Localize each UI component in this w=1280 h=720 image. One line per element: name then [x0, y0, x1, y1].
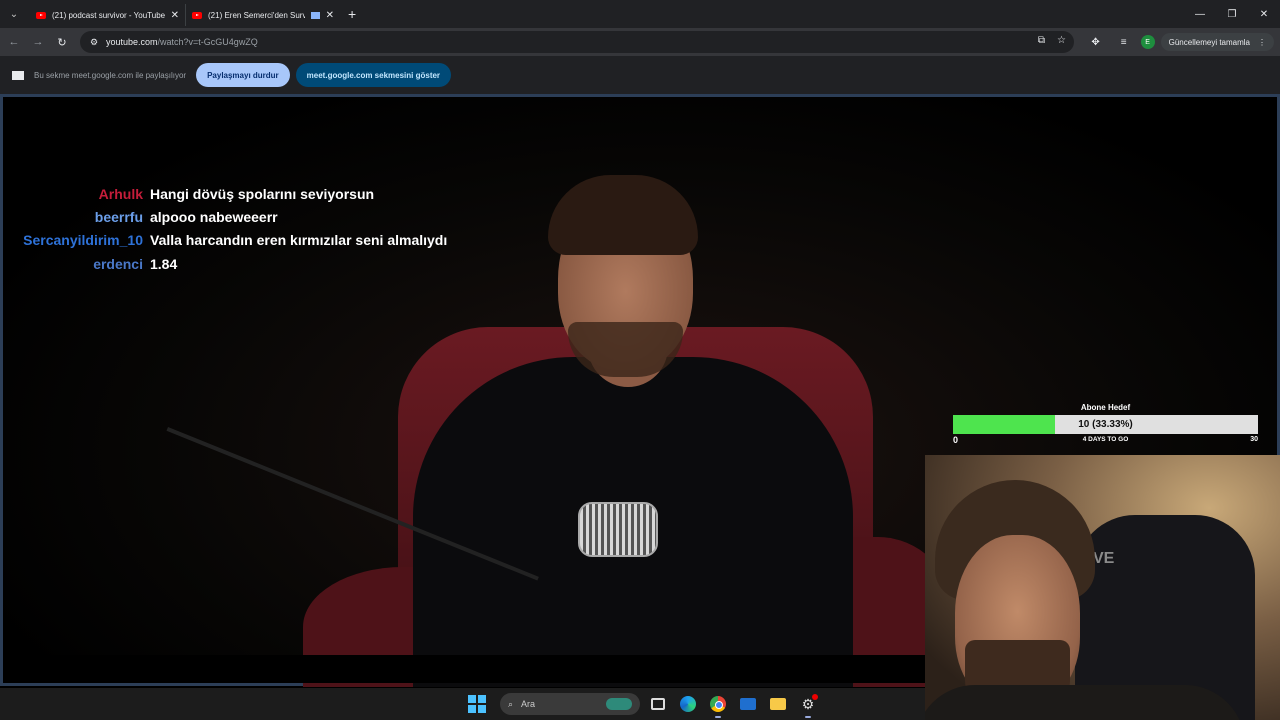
task-view-icon[interactable] [646, 692, 670, 716]
window-controls: — ❐ ✕ [1184, 0, 1280, 28]
streamer-body [925, 685, 1245, 720]
maximize-button[interactable]: ❐ [1216, 0, 1248, 28]
sharing-status-text: Bu sekme meet.google.com ile paylaşılıyo… [34, 70, 187, 80]
tab-sharing-infobar: Bu sekme meet.google.com ile paylaşılıyo… [0, 56, 1280, 94]
more-menu-icon: ⋮ [1258, 37, 1266, 47]
close-icon[interactable]: ✕ [171, 10, 179, 21]
goal-progress-bar: 10 (33.33%) [953, 415, 1258, 434]
chat-overlay: Arhulk Hangi dövüş spolarını seviyorsun … [13, 182, 447, 275]
windows-start-icon[interactable] [468, 695, 486, 713]
show-meet-tab-button[interactable]: meet.google.com sekmesini göster [295, 63, 452, 87]
chat-text: Hangi dövüş spolarını seviyorsun [150, 185, 375, 202]
bookmark-star-icon[interactable]: ☆ [1057, 35, 1066, 46]
subscriber-goal-widget: Abone Hedef 10 (33.33%) 0 4 DAYS TO GO 3… [953, 403, 1258, 446]
chat-message: Arhulk Hangi dövüş spolarını seviyorsun [13, 182, 447, 205]
settings-icon[interactable]: ⚙ [796, 692, 820, 718]
chat-text: alpooo nabeweeerr [150, 208, 278, 225]
reload-button[interactable]: ↻ [50, 30, 74, 54]
microphone [578, 502, 658, 557]
youtube-icon [36, 11, 46, 19]
update-button[interactable]: Güncellemeyi tamamla ⋮ [1160, 33, 1274, 51]
search-icon: ⌕ [508, 698, 514, 709]
media-controls-icon[interactable]: ≡ [1113, 31, 1135, 53]
browser-toolbar: ← → ↻ ⚙ youtube.com/watch?v=t-GcGU4gwZQ … [0, 28, 1280, 56]
tab-title: (21) podcast survivor - YouTube [52, 10, 165, 20]
goal-days-left: 4 DAYS TO GO [1082, 436, 1129, 443]
chat-username: beerrfu [94, 208, 143, 225]
chat-text: 1.84 [150, 255, 178, 272]
goal-max: 30 [1250, 436, 1258, 443]
tab-search-chevron-icon[interactable]: ⌄ [0, 0, 28, 28]
new-tab-button[interactable]: + [348, 6, 356, 22]
notification-dot [812, 694, 818, 700]
chat-text: Valla harcandın eren kırmızılar seni alm… [150, 232, 448, 249]
stop-sharing-button[interactable]: Paylaşmayı durdur [196, 63, 290, 87]
minimize-button[interactable]: — [1184, 0, 1216, 28]
back-button[interactable]: ← [2, 30, 26, 54]
close-window-button[interactable]: ✕ [1248, 0, 1280, 28]
goal-value: 10 (33.33%) [1078, 419, 1133, 430]
guest-hair [548, 175, 698, 255]
close-icon[interactable]: ✕ [326, 10, 334, 21]
chat-username: Sercanyildirim_10 [23, 232, 143, 249]
cast-icon[interactable]: ⧉ [1038, 35, 1045, 46]
youtube-icon [192, 11, 202, 19]
chair-logo: VE [1093, 550, 1115, 567]
chat-message: Sercanyildirim_10 Valla harcandın eren k… [13, 229, 447, 252]
mail-icon[interactable] [736, 692, 760, 716]
screen-share-icon [12, 70, 24, 80]
site-info-icon[interactable]: ⚙ [88, 36, 100, 48]
file-explorer-icon[interactable] [766, 692, 790, 716]
chat-username: Arhulk [98, 185, 143, 202]
tab-podcast-survivor[interactable]: (21) podcast survivor - YouTube ✕ [30, 4, 185, 26]
chat-message: beerrfu alpooo nabeweeerr [13, 205, 447, 228]
screen-share-icon [310, 11, 320, 19]
tab-strip: ⌄ (21) podcast survivor - YouTube ✕ (21)… [0, 0, 1280, 28]
chrome-icon[interactable] [706, 692, 730, 718]
extensions-icon[interactable]: ✥ [1085, 31, 1107, 53]
forward-button[interactable]: → [26, 30, 50, 54]
chat-message: erdenci 1.84 [13, 252, 447, 275]
windows-taskbar: ⌕ Ara ⚙ [0, 688, 925, 720]
taskbar-search[interactable]: ⌕ Ara [500, 693, 640, 715]
streamer-webcam: VE [925, 455, 1280, 720]
edge-icon[interactable] [676, 692, 700, 716]
url-text[interactable]: youtube.com/watch?v=t-GcGU4gwZQ [106, 37, 258, 47]
tab-eren-semerci[interactable]: (21) Eren Semerci'den Surv ✕ [185, 4, 340, 26]
search-placeholder: Ara [521, 699, 536, 709]
avatar[interactable]: E [1140, 35, 1155, 49]
search-highlight-icon [606, 698, 632, 710]
address-bar[interactable]: ⚙ youtube.com/watch?v=t-GcGU4gwZQ ⧉ ☆ [80, 31, 1074, 53]
goal-title: Abone Hedef [1080, 403, 1131, 412]
tab-title: (21) Eren Semerci'den Surv [208, 10, 305, 20]
chat-username: erdenci [93, 255, 143, 272]
